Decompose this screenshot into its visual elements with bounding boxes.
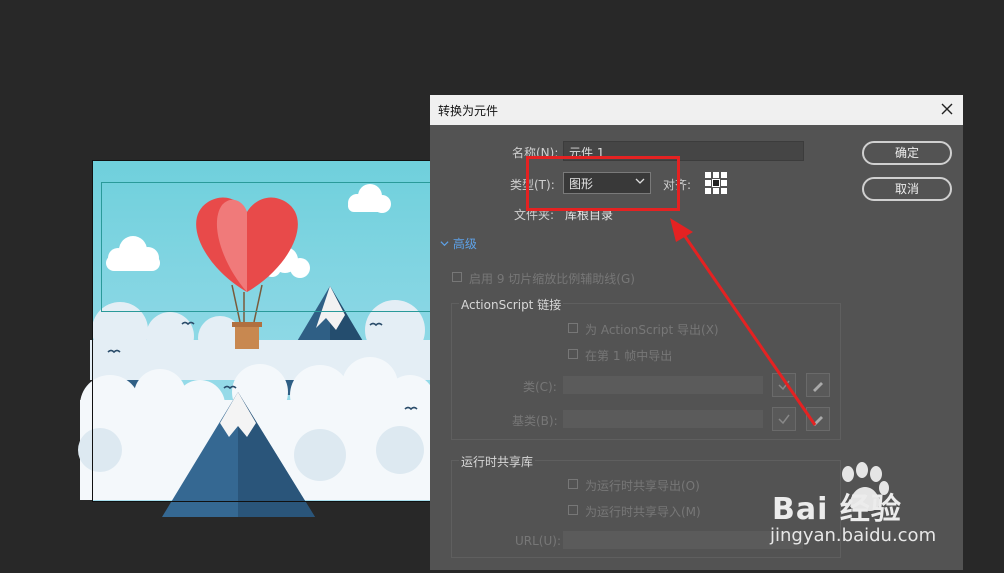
watermark-url: jingyan.baidu.com [770, 525, 937, 546]
watermark-brand: Bai 经验 [772, 492, 902, 527]
